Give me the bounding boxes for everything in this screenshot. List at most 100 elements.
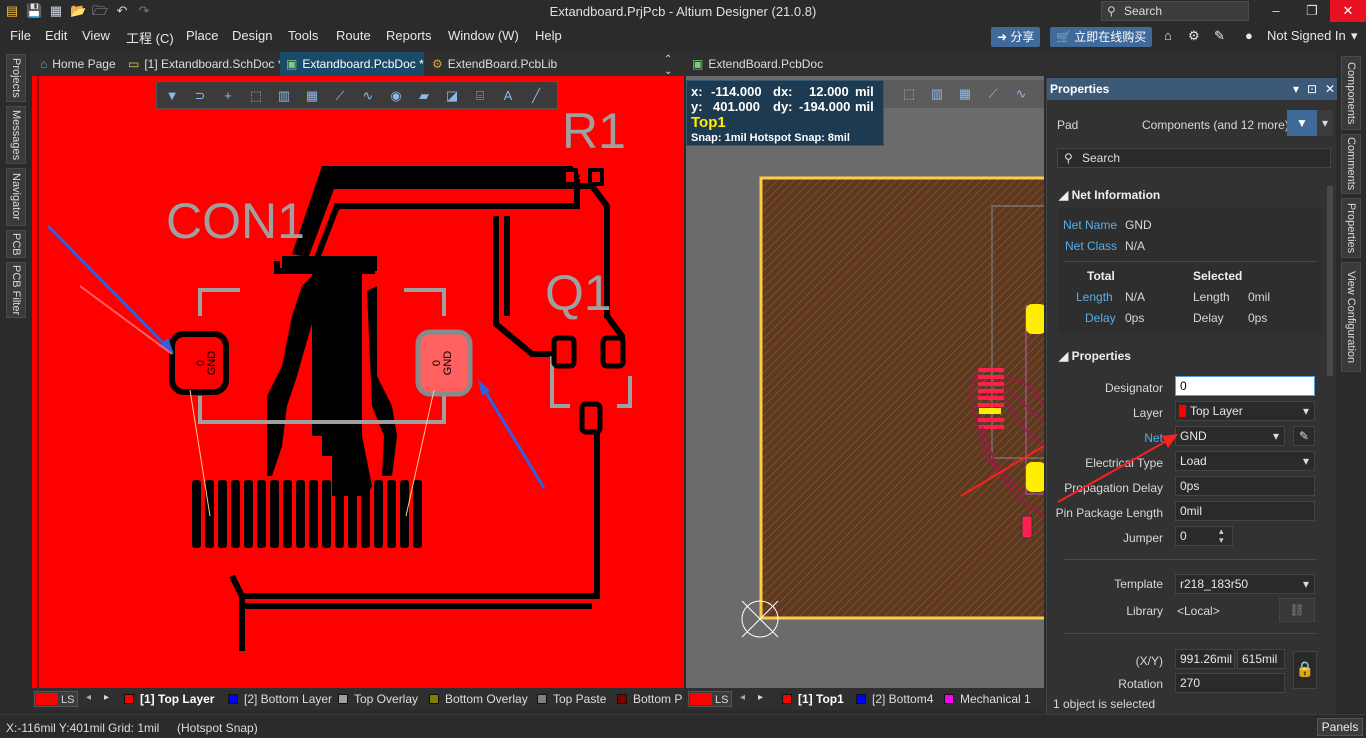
share-button[interactable]: ➜ 分享	[991, 27, 1041, 47]
filter-dropdown-icon[interactable]: ▾	[1317, 110, 1333, 136]
tab-pcblib[interactable]: ⚙ ExtendBoard.PcbLib	[426, 52, 562, 76]
x-field[interactable]: 991.26mil	[1175, 649, 1235, 669]
layer-tab-bottom[interactable]: [2] Bottom Layer	[228, 691, 332, 707]
lock-icon[interactable]: 🔒	[1293, 651, 1317, 689]
tab-home-page[interactable]: ⌂ Home Page	[34, 52, 122, 76]
designator-field[interactable]: 0	[1175, 376, 1315, 396]
dock-projects[interactable]: Projects	[6, 54, 26, 102]
via-icon[interactable]: ◉	[387, 87, 405, 105]
global-search-input[interactable]: ⚲ Search	[1101, 1, 1249, 21]
menu-place[interactable]: Place	[186, 28, 219, 43]
link-icon[interactable]: ⛓	[1279, 598, 1315, 622]
jumper-stepper[interactable]: 0	[1175, 526, 1233, 546]
interactive-routing-icon[interactable]: ⊃	[191, 87, 209, 105]
pin-icon[interactable]: ⊡	[1307, 78, 1317, 100]
layer-tab-bottom-paste[interactable]: Bottom P	[617, 691, 682, 707]
menu-route[interactable]: Route	[336, 28, 371, 43]
component-icon[interactable]: ▦	[956, 85, 974, 103]
line-icon[interactable]: ◪	[443, 87, 461, 105]
pcb-canvas-right[interactable]	[686, 76, 1044, 688]
filter-icon[interactable]: ▼	[1287, 110, 1317, 136]
dock-navigator[interactable]: Navigator	[6, 168, 26, 226]
tab-pcbdoc-active[interactable]: ▣ Extandboard.PcbDoc *	[280, 52, 424, 76]
propagation-delay-field[interactable]: 0ps	[1175, 476, 1315, 496]
template-select[interactable]: r218_183r50	[1175, 574, 1315, 594]
text-icon[interactable]: A	[499, 87, 517, 105]
dock-pcb-filter[interactable]: PCB Filter	[6, 262, 26, 318]
menu-help[interactable]: Help	[535, 28, 562, 43]
scroll-left-icon[interactable]: ◂	[86, 692, 91, 703]
props-section-header[interactable]: ◢ Properties	[1059, 345, 1319, 367]
layer-tab-top1[interactable]: [1] Top1	[782, 691, 844, 707]
net-select[interactable]: GND	[1175, 426, 1285, 446]
crosshair-icon[interactable]: +	[219, 87, 237, 105]
layer-tab-top[interactable]: [1] Top Layer	[124, 691, 214, 707]
tab-schdoc[interactable]: ▭ [1] Extandboard.SchDoc *	[122, 52, 282, 76]
stepper-arrows-icon[interactable]: ▴ ▾	[1219, 527, 1224, 545]
diff-pair-icon[interactable]: ∿	[359, 87, 377, 105]
pin-package-length-field[interactable]: 0mil	[1175, 501, 1315, 521]
menu-view[interactable]: View	[82, 28, 110, 43]
tab-pcbdoc-right[interactable]: ▣ ExtendBoard.PcbDoc	[686, 52, 826, 76]
layer-tab-top-paste[interactable]: Top Paste	[537, 691, 606, 707]
dimension-icon[interactable]: ⌸	[471, 87, 489, 105]
scroll-right-icon[interactable]: ▸	[104, 692, 109, 703]
menu-tools[interactable]: Tools	[288, 28, 318, 43]
draw-line-icon[interactable]: ╱	[527, 87, 545, 105]
scroll-right-icon[interactable]: ▸	[758, 692, 763, 703]
diff-pair-icon[interactable]: ∿	[1012, 85, 1030, 103]
electrical-type-select[interactable]: Load	[1175, 451, 1315, 471]
align-icon[interactable]: ▥	[928, 85, 946, 103]
scroll-left-icon[interactable]: ◂	[740, 692, 745, 703]
pcb-canvas-left[interactable]: R1 CON1 Q1 0 GND 0 GND	[32, 76, 684, 688]
home-icon[interactable]: ⌂	[1164, 28, 1172, 43]
close-icon[interactable]: ✕	[1325, 78, 1335, 100]
user-status[interactable]: Not Signed In	[1267, 28, 1346, 43]
chevron-down-icon[interactable]: ▾	[1351, 28, 1358, 44]
pick-net-icon[interactable]: ✎	[1293, 426, 1315, 446]
close-button[interactable]: ✕	[1330, 0, 1366, 22]
restore-button[interactable]: ❐	[1294, 0, 1330, 22]
menu-design[interactable]: Design	[232, 28, 272, 43]
dock-components[interactable]: Components	[1341, 56, 1361, 130]
dock-view-configuration[interactable]: View Configuration	[1341, 262, 1361, 372]
user-icon[interactable]: ●	[1245, 28, 1253, 43]
layer-tab-bottom4[interactable]: [2] Bottom4	[856, 691, 933, 707]
layer-tab-top-overlay[interactable]: Top Overlay	[338, 691, 418, 707]
minimize-button[interactable]: –	[1258, 0, 1294, 22]
menu-edit[interactable]: Edit	[45, 28, 67, 43]
menu-reports[interactable]: Reports	[386, 28, 432, 43]
properties-search-input[interactable]: ⚲ Search	[1057, 148, 1331, 168]
menu-window[interactable]: Window (W)	[448, 28, 519, 43]
layer-tab-bottom-overlay[interactable]: Bottom Overlay	[429, 691, 528, 707]
rotation-field[interactable]: 270	[1175, 673, 1285, 693]
layer-tab-mechanical1[interactable]: Mechanical 1	[944, 691, 1031, 707]
filter-icon[interactable]: ▼	[163, 87, 181, 105]
component-icon[interactable]: ▦	[303, 87, 321, 105]
dock-pcb[interactable]: PCB	[6, 230, 26, 258]
layer-select[interactable]: Top Layer	[1175, 401, 1315, 421]
y-field[interactable]: 615mil	[1237, 649, 1285, 669]
layer-set-button[interactable]: LS	[34, 691, 78, 707]
select-rect-icon[interactable]: ⬚	[247, 87, 265, 105]
dock-messages[interactable]: Messages	[6, 106, 26, 164]
route-icon[interactable]: ⟋	[331, 87, 349, 105]
buy-online-button[interactable]: 🛒 立即在线购买	[1050, 27, 1153, 47]
gear-icon[interactable]: ⚙	[1188, 28, 1200, 44]
align-icon[interactable]: ▥	[275, 87, 293, 105]
net-info-section-header[interactable]: ◢ Net Information	[1059, 184, 1319, 206]
polygon-icon[interactable]: ▰	[415, 87, 433, 105]
menu-project[interactable]: 工程 (C)	[126, 28, 174, 47]
route-icon[interactable]: ⟋	[984, 85, 1002, 103]
dock-properties[interactable]: Properties	[1341, 198, 1361, 258]
dock-comments[interactable]: Comments	[1341, 134, 1361, 194]
tab-scroll-icon[interactable]: ⌃ ⌄	[664, 54, 676, 78]
scrollbar[interactable]	[1327, 186, 1333, 376]
menu-file[interactable]: File	[10, 28, 31, 43]
select-rect-icon[interactable]: ⬚	[900, 85, 918, 103]
layer-set-button[interactable]: LS	[688, 691, 732, 707]
panel-menu-icon[interactable]: ▾	[1293, 78, 1299, 100]
notifications-off-icon[interactable]: ✎	[1214, 28, 1225, 44]
panels-button[interactable]: Panels	[1317, 718, 1363, 736]
object-filter-text[interactable]: Components (and 12 more)	[1142, 118, 1289, 132]
